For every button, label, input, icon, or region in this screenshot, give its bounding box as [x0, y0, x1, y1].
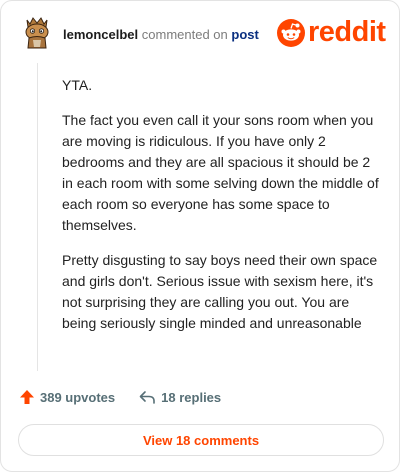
upvote-button[interactable]: 389 upvotes	[19, 389, 115, 405]
comment-actions: 389 upvotes 18 replies	[19, 389, 221, 405]
comment-header: lemoncelbel commented on post	[63, 27, 259, 42]
view-comments-button[interactable]: View 18 comments	[18, 424, 384, 456]
reply-arrow-icon	[139, 390, 155, 404]
reddit-logo: reddit	[277, 18, 386, 47]
avatar[interactable]	[19, 14, 55, 50]
thread-line	[37, 63, 38, 371]
comment-card: lemoncelbel commented on post reddit YTA…	[0, 0, 400, 472]
replies-button[interactable]: 18 replies	[139, 390, 221, 405]
reddit-wordmark: reddit	[308, 16, 386, 48]
comment-paragraph: Pretty disgusting to say boys need their…	[62, 252, 378, 331]
username[interactable]: lemoncelbel	[63, 27, 138, 42]
reddit-snoo-icon	[277, 18, 305, 47]
post-link[interactable]: post	[231, 27, 258, 42]
comment-paragraph: YTA.	[62, 77, 93, 93]
comment-paragraph: The fact you even call it your sons room…	[62, 112, 379, 233]
upvote-count: 389 upvotes	[40, 389, 116, 405]
comment-body: YTA. The fact you even call it your sons…	[62, 75, 384, 348]
replies-count: 18 replies	[161, 389, 222, 405]
arrow-up-icon	[20, 390, 34, 404]
action-text: commented on	[141, 27, 228, 42]
